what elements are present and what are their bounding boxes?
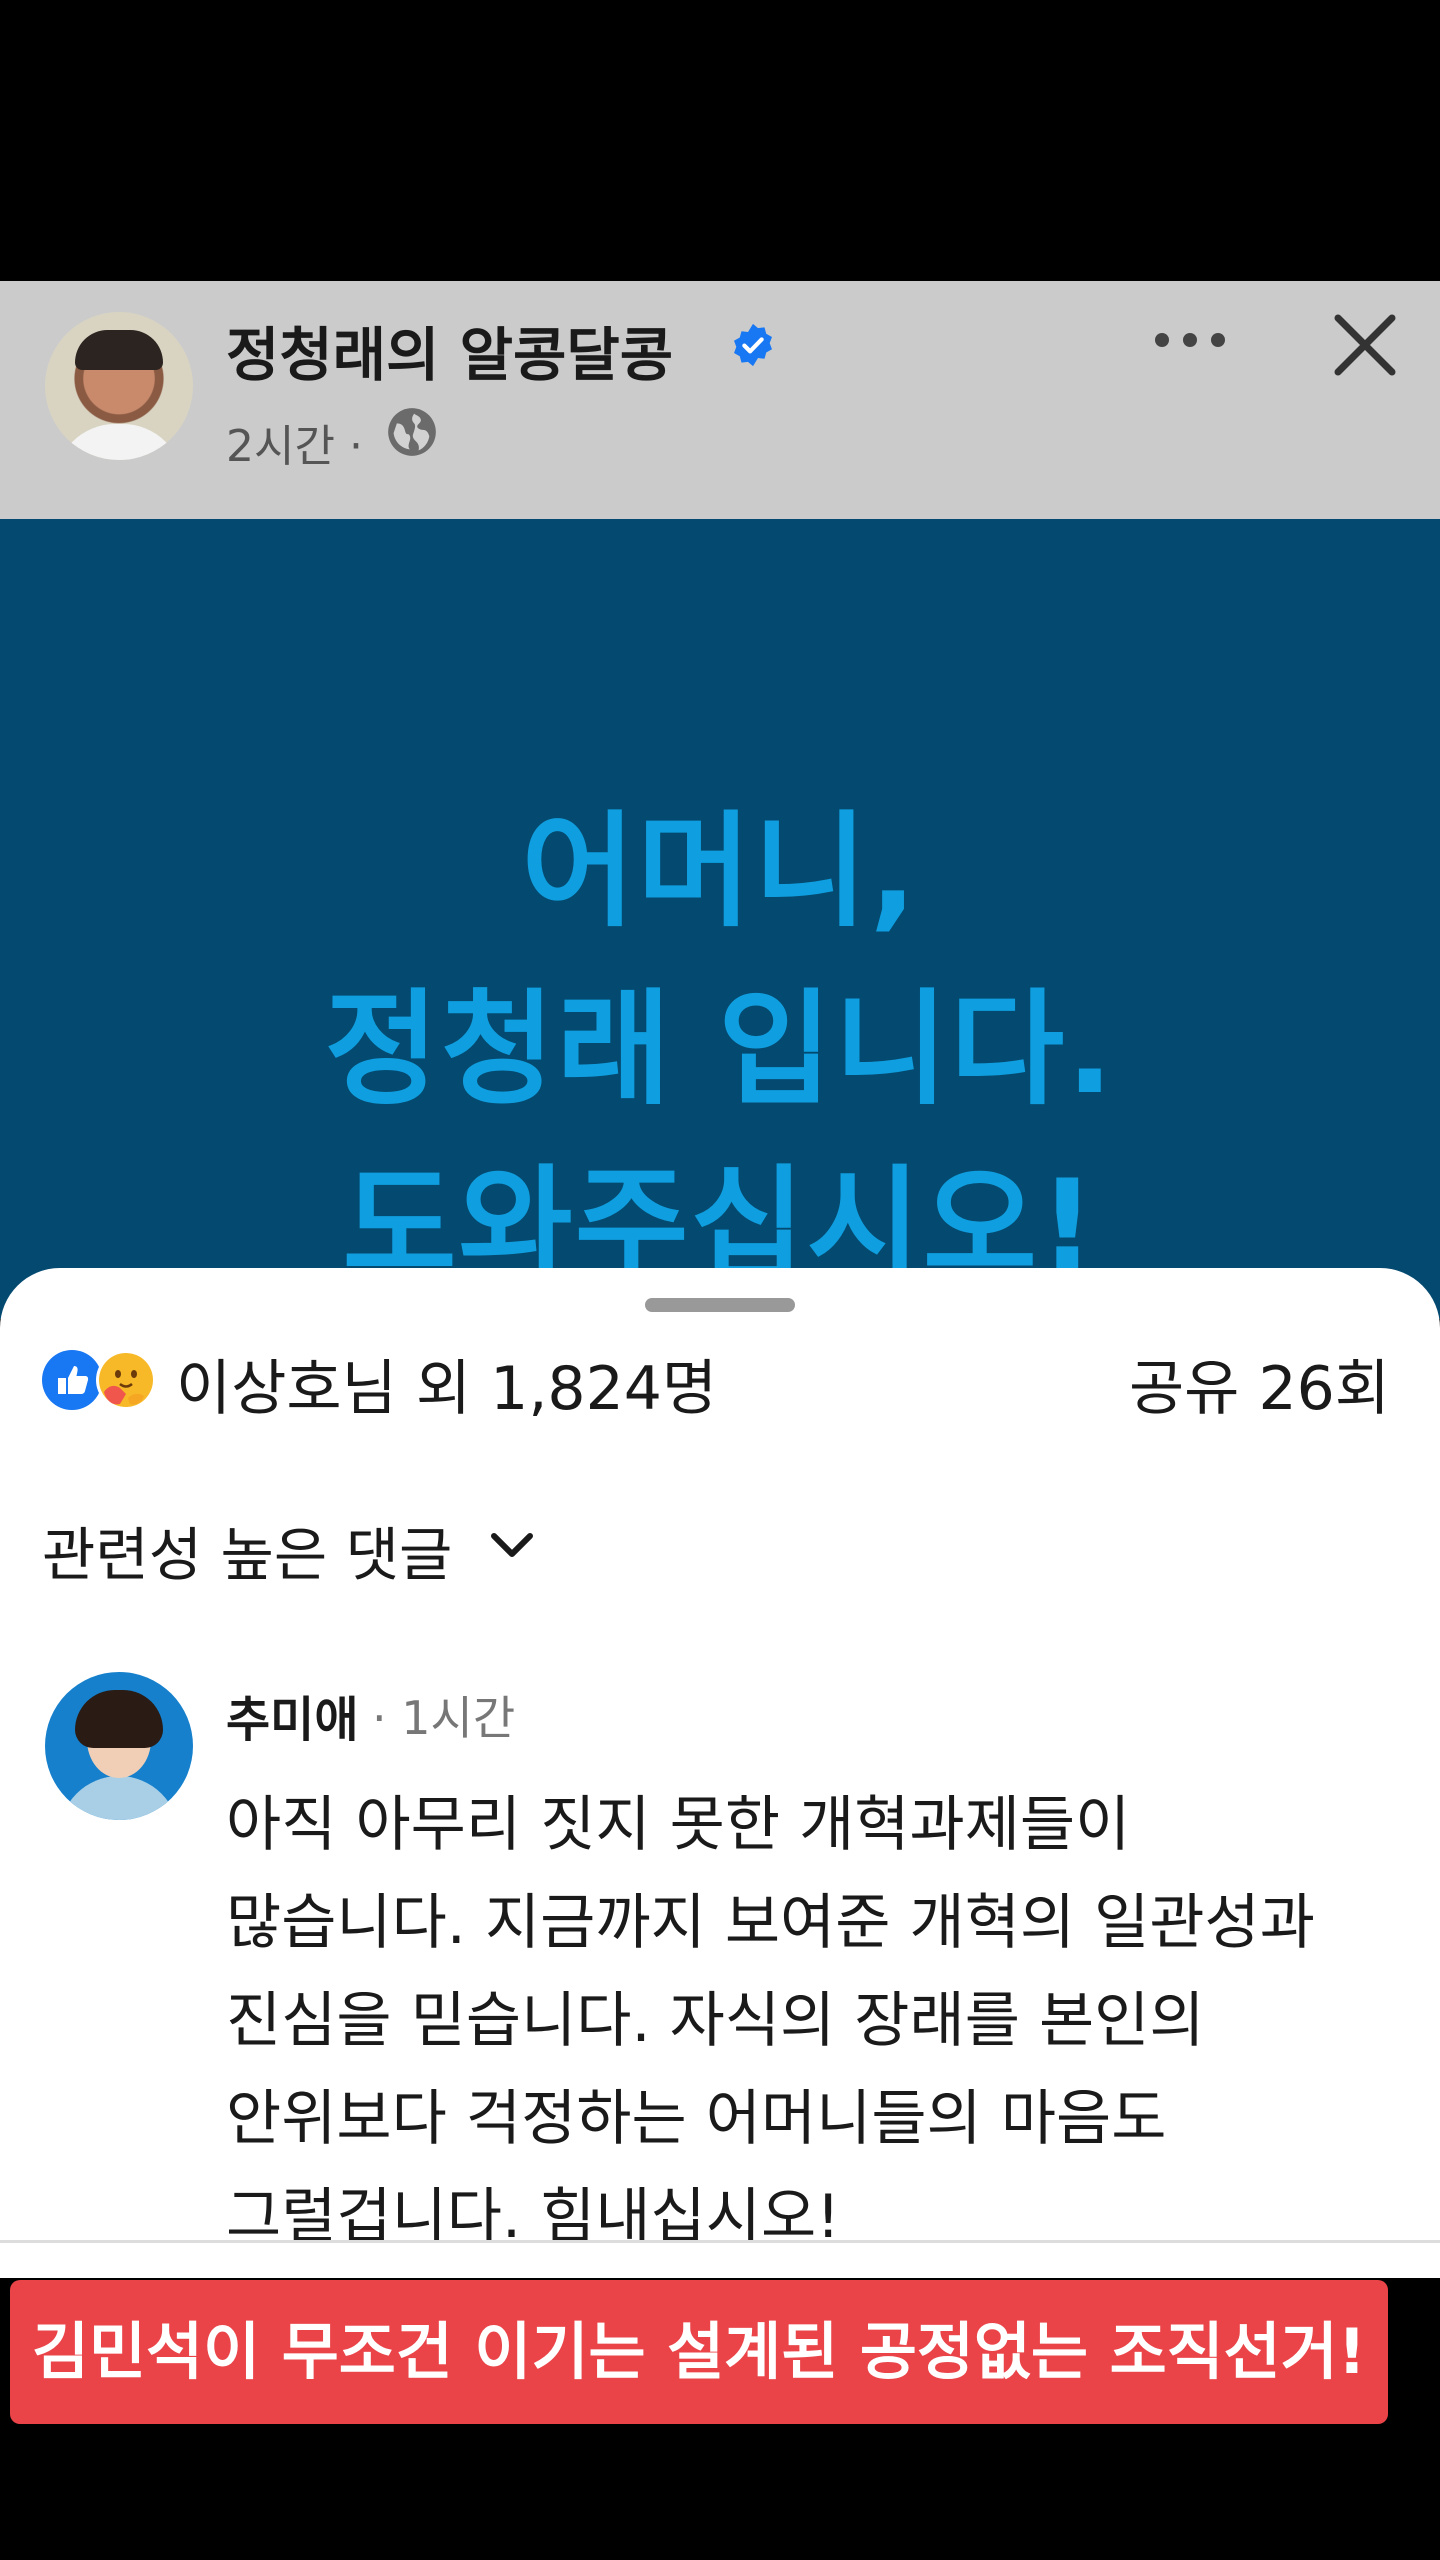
reactions-count[interactable]: 이상호님 외 1,824명 <box>176 1340 717 1427</box>
banner-text-line1: 어머니, <box>521 800 919 944</box>
post-header <box>0 281 1440 519</box>
shares-count[interactable]: 공유 26회 <box>1129 1340 1390 1427</box>
post-time: 2시간 · <box>226 421 363 472</box>
commenter-name[interactable]: 추미애 <box>226 1680 358 1750</box>
divider <box>0 2240 1440 2243</box>
comment-time: · 1시간 <box>372 1691 516 1745</box>
sheet-drag-handle[interactable] <box>645 1298 795 1312</box>
verified-badge-icon <box>734 323 772 367</box>
page-avatar[interactable] <box>45 312 193 460</box>
comment-text-line: 아직 아무리 짓지 못한 개혁과제들이 <box>226 1790 1131 1860</box>
comment-sort-label[interactable]: 관련성 높은 댓글 <box>42 1508 452 1592</box>
chevron-down-icon[interactable] <box>484 1518 540 1574</box>
comment-text-line: 많습니다. 지금까지 보여준 개혁의 일관성과 <box>226 1888 1315 1958</box>
page-name[interactable]: 정청래의 알콩달콩 <box>226 308 673 392</box>
reaction-icons[interactable] <box>40 1348 160 1412</box>
like-icon <box>42 1350 102 1410</box>
care-icon <box>96 1350 156 1410</box>
screen: 정청래의 알콩달콩 2시간 · 어머니, 정청래 입니다. 도와주십시오! 이상… <box>0 0 1440 2560</box>
comment-text-line: 진심을 믿습니다. 자식의 장래를 본인의 <box>226 1986 1205 2056</box>
globe-icon <box>388 408 436 456</box>
caption-text: 김민석이 무조건 이기는 설계된 공정없는 조직선거! <box>31 2315 1367 2388</box>
more-options-button[interactable] <box>1148 318 1232 362</box>
commenter-avatar[interactable] <box>45 1672 193 1820</box>
banner-text-line2: 정청래 입니다. <box>324 978 1116 1122</box>
close-button[interactable] <box>1330 310 1400 380</box>
comment-text-line: 안위보다 걱정하는 어머니들의 마음도 <box>226 2084 1167 2154</box>
